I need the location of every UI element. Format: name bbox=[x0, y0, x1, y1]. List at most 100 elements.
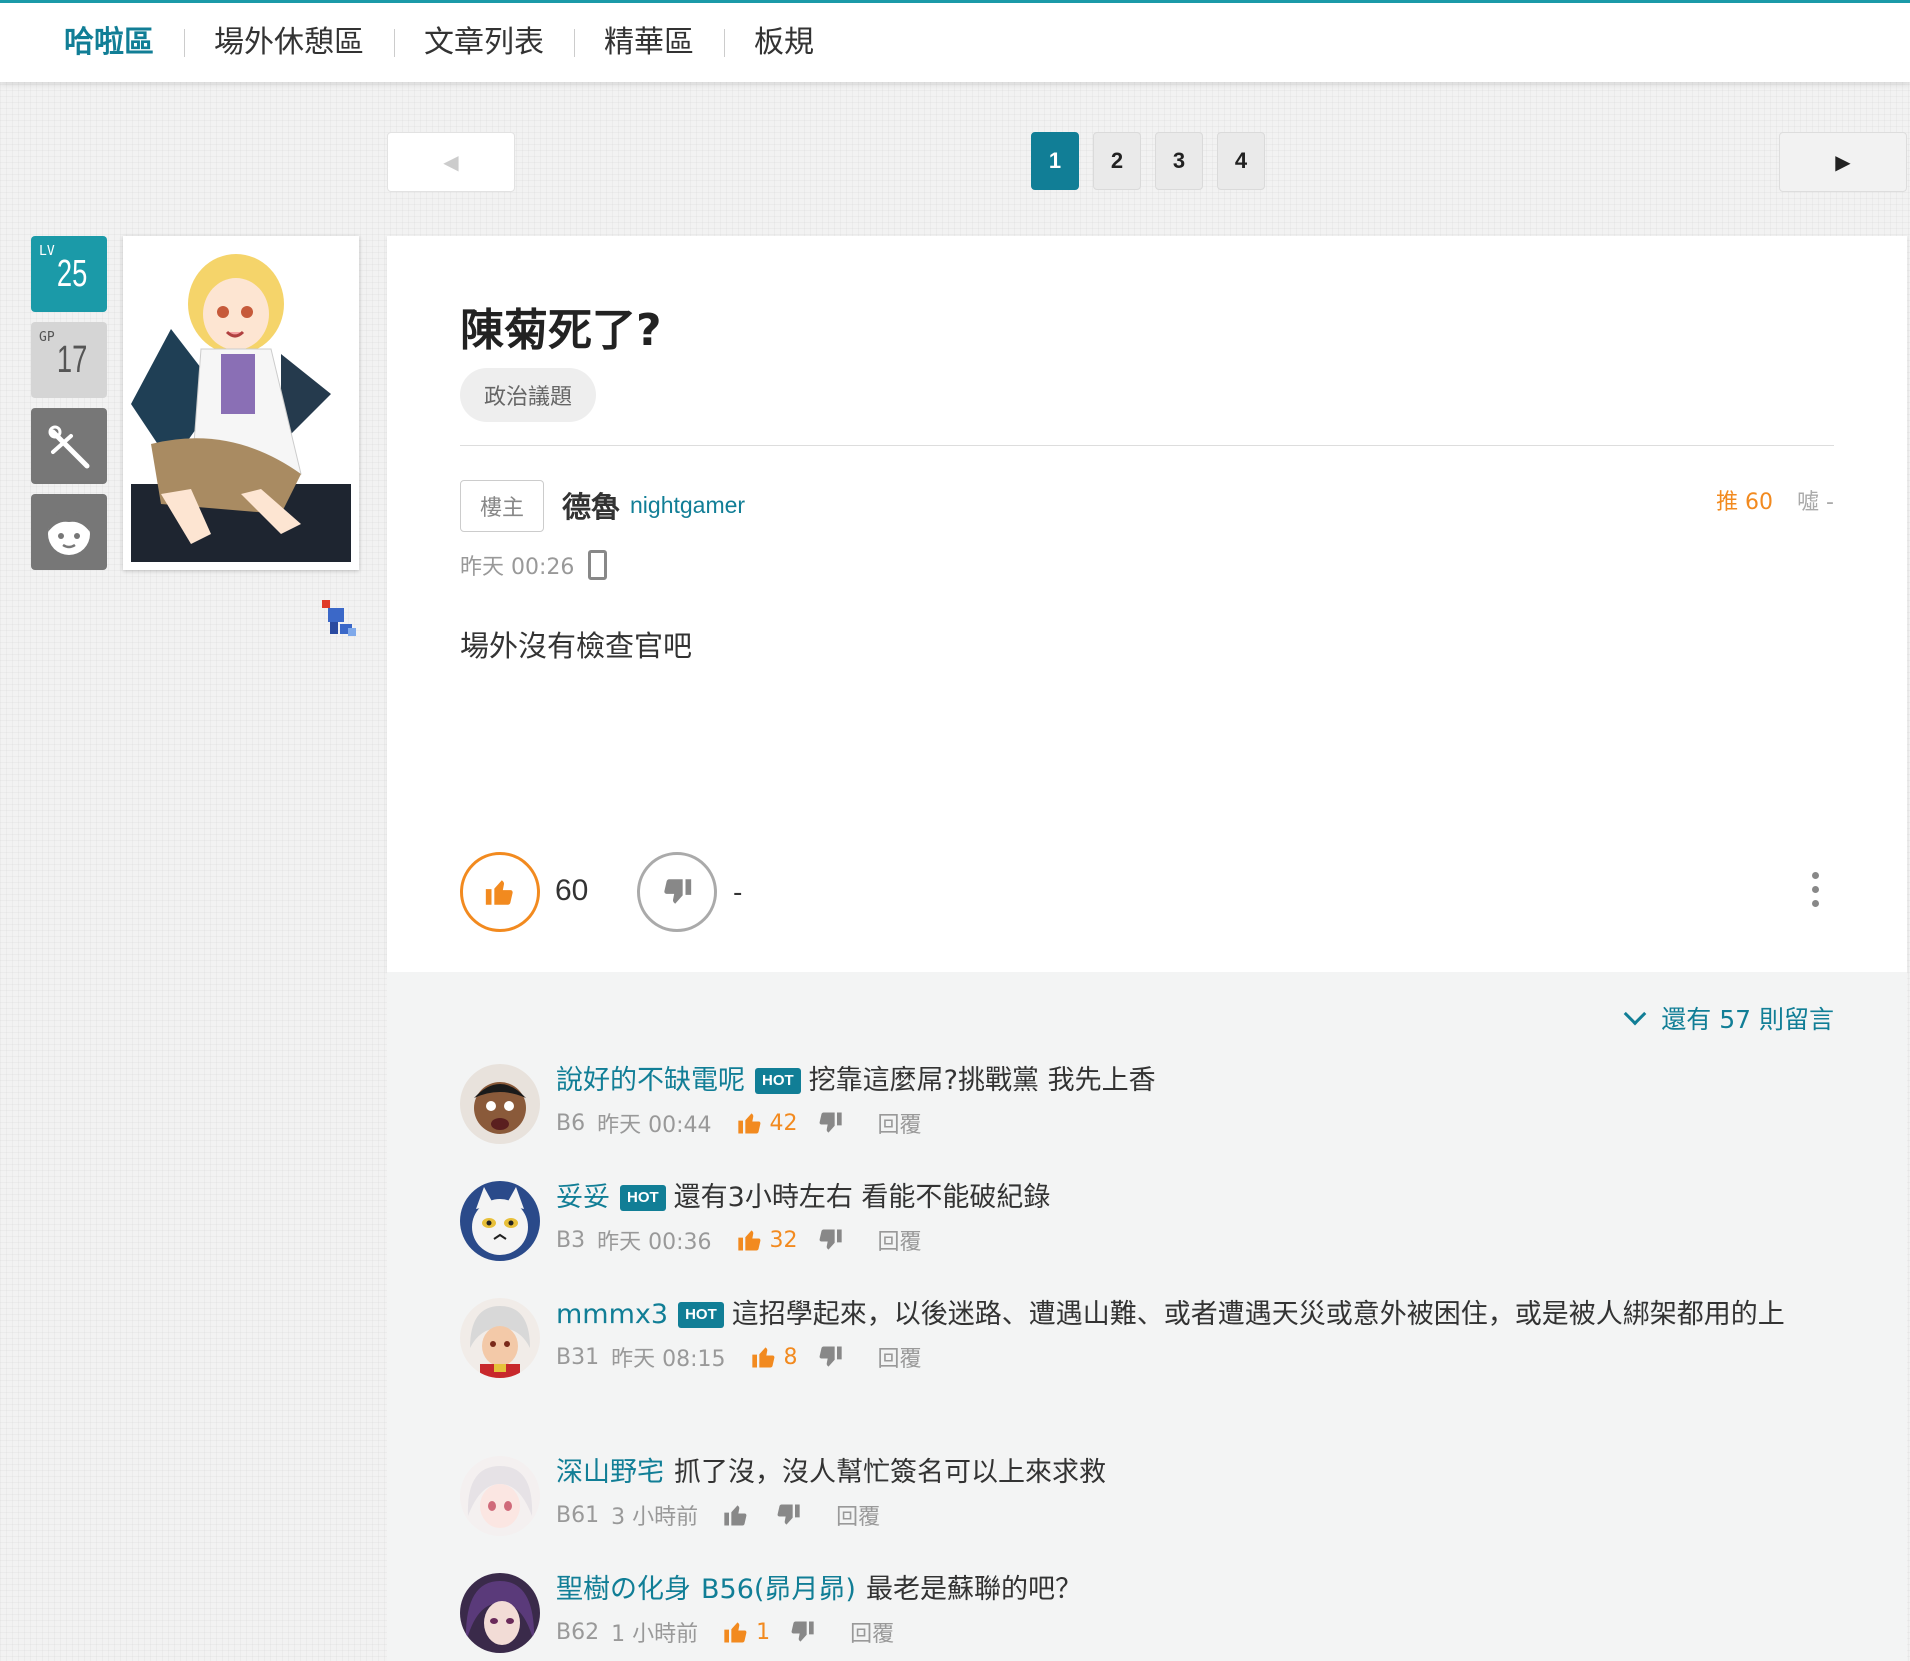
thumbs-up-icon bbox=[737, 1113, 760, 1134]
anime-character-avatar bbox=[131, 244, 351, 562]
commenter-name[interactable]: 聖樹の化身 bbox=[556, 1574, 691, 1605]
more-options-icon[interactable] bbox=[1812, 872, 1820, 907]
comment-item: 妥妥 HOT 還有3小時左右 看能不能破紀錄 B3 昨天 00:36 32 回覆 bbox=[460, 1177, 1840, 1261]
dislike-button[interactable] bbox=[637, 852, 717, 932]
comment-like-button[interactable]: 1 bbox=[722, 1618, 770, 1646]
chevron-down-icon bbox=[1623, 1002, 1647, 1026]
comment-section: 還有 57 則留言 說好的不缺電呢 HOT 挖靠這麼屌?挑戰黨 我先上香 B6 昨天… bbox=[387, 972, 1907, 1661]
thumbs-up-icon bbox=[724, 1505, 747, 1526]
comment-floor: B31 bbox=[556, 1344, 600, 1370]
comment-floor: B61 bbox=[556, 1502, 600, 1528]
comment-like-count: 8 bbox=[783, 1344, 798, 1370]
character-face-icon[interactable] bbox=[31, 494, 107, 570]
hot-badge: HOT bbox=[620, 1185, 666, 1211]
floor-badge: 樓主 bbox=[460, 480, 544, 532]
nav-tab-rules[interactable]: 板規 bbox=[724, 23, 844, 63]
post-body: 場外沒有檢查官吧 bbox=[460, 629, 693, 663]
reply-reference-link[interactable]: B56(昴月昴) bbox=[701, 1574, 856, 1605]
pagination: 1 2 3 4 bbox=[1031, 132, 1265, 190]
divider bbox=[460, 445, 1834, 446]
comment-like-button[interactable]: 32 bbox=[736, 1226, 798, 1254]
pixel-character-icon bbox=[318, 598, 360, 640]
comment-like-button[interactable]: 42 bbox=[736, 1109, 798, 1137]
next-page-button[interactable]: ▶ bbox=[1779, 132, 1907, 192]
thumbs-up-icon bbox=[737, 1230, 760, 1251]
tools-icon[interactable] bbox=[31, 408, 107, 484]
dislike-count: - bbox=[733, 878, 743, 908]
mobile-phone-icon bbox=[588, 550, 608, 580]
comment-time: 3 小時前 bbox=[611, 1505, 699, 1530]
gp-value: 17 bbox=[56, 338, 88, 381]
hot-badge: HOT bbox=[678, 1302, 724, 1328]
commenter-avatar[interactable] bbox=[460, 1298, 540, 1378]
page-4-button[interactable]: 4 bbox=[1217, 132, 1265, 190]
thumbs-down-icon bbox=[791, 1621, 814, 1642]
comment-text: 這招學起來，以後迷路、遭遇山難、或者遭遇天災或意外被困住，或是被人綁架都用的上 bbox=[731, 1299, 1785, 1330]
reply-button[interactable]: 回覆 bbox=[850, 1616, 894, 1648]
reply-button[interactable]: 回覆 bbox=[878, 1107, 922, 1139]
page-1-button[interactable]: 1 bbox=[1031, 132, 1079, 190]
comment-item: 聖樹の化身 B56(昴月昴) 最老是蘇聯的吧？ B62 1 小時前 1 回覆 bbox=[460, 1569, 1840, 1653]
comment-time: 昨天 08:15 bbox=[611, 1347, 726, 1372]
push-count[interactable]: 推 60 bbox=[1716, 484, 1773, 516]
user-avatar-card[interactable] bbox=[123, 236, 359, 570]
post-stats: 推 60 噓 - bbox=[1716, 484, 1834, 516]
reply-button[interactable]: 回覆 bbox=[836, 1499, 880, 1531]
commenter-avatar[interactable] bbox=[460, 1064, 540, 1144]
level-value: 25 bbox=[56, 252, 88, 295]
commenter-name[interactable]: 深山野宅 bbox=[556, 1457, 664, 1488]
nav-tab-featured[interactable]: 精華區 bbox=[574, 23, 724, 63]
level-badge[interactable]: LV 25 bbox=[31, 236, 107, 312]
thumbs-up-icon bbox=[485, 880, 513, 905]
reply-button[interactable]: 回覆 bbox=[878, 1341, 922, 1373]
comment-dislike-button[interactable] bbox=[788, 1618, 816, 1646]
post-time-text: 昨天 00:26 bbox=[460, 555, 575, 580]
commenter-name[interactable]: 說好的不缺電呢 bbox=[556, 1065, 745, 1096]
post-category-tag[interactable]: 政治議題 bbox=[460, 368, 597, 422]
more-comments-label: 還有 57 則留言 bbox=[1661, 1005, 1834, 1034]
comment-like-button[interactable]: 8 bbox=[750, 1343, 798, 1371]
prev-page-button[interactable]: ◀ bbox=[387, 132, 515, 192]
comment-dislike-button[interactable] bbox=[816, 1109, 844, 1137]
hot-badge: HOT bbox=[755, 1068, 801, 1094]
gp-label: GP bbox=[39, 330, 55, 345]
author-id-link[interactable]: nightgamer bbox=[630, 492, 745, 519]
commenter-avatar[interactable] bbox=[460, 1181, 540, 1261]
comment-dislike-button[interactable] bbox=[816, 1343, 844, 1371]
comment-text: 挖靠這麼屌?挑戰黨 我先上香 bbox=[808, 1065, 1156, 1096]
comment-text: 最老是蘇聯的吧？ bbox=[865, 1574, 1082, 1605]
comment-text: 還有3小時左右 看能不能破紀錄 bbox=[673, 1182, 1051, 1213]
comment-floor: B6 bbox=[556, 1110, 586, 1136]
commenter-avatar[interactable] bbox=[460, 1456, 540, 1536]
post-card: 陳菊死了? 政治議題 樓主 德魯 nightgamer 推 60 噓 - 昨天 … bbox=[387, 236, 1907, 972]
page-2-button[interactable]: 2 bbox=[1093, 132, 1141, 190]
gp-badge[interactable]: GP 17 bbox=[31, 322, 107, 398]
comment-item: mmmx3 HOT 這招學起來，以後迷路、遭遇山難、或者遭遇天災或意外被困住，或是被… bbox=[460, 1294, 1840, 1378]
like-button[interactable] bbox=[460, 852, 540, 932]
nav-tab-board[interactable]: 哈啦區 bbox=[49, 23, 184, 63]
comment-like-button[interactable] bbox=[722, 1501, 756, 1529]
reply-button[interactable]: 回覆 bbox=[878, 1224, 922, 1256]
level-label: LV bbox=[39, 244, 55, 259]
comment-floor: B3 bbox=[556, 1227, 586, 1253]
forum-nav: 哈啦區 場外休憩區 文章列表 精華區 板規 bbox=[0, 0, 1910, 82]
commenter-name[interactable]: mmmx3 bbox=[556, 1299, 668, 1330]
commenter-avatar[interactable] bbox=[460, 1573, 540, 1653]
author-name[interactable]: 德魯 bbox=[562, 484, 620, 526]
nav-tab-article-list[interactable]: 文章列表 bbox=[394, 23, 574, 63]
comment-dislike-button[interactable] bbox=[774, 1501, 802, 1529]
comment-like-count: 32 bbox=[769, 1227, 798, 1253]
comment-time: 1 小時前 bbox=[611, 1622, 699, 1647]
comment-dislike-button[interactable] bbox=[816, 1226, 844, 1254]
commenter-name[interactable]: 妥妥 bbox=[556, 1182, 610, 1213]
post-title: 陳菊死了? bbox=[460, 305, 662, 356]
boo-count[interactable]: 噓 - bbox=[1797, 484, 1834, 516]
thumbs-down-icon bbox=[819, 1229, 842, 1250]
comment-time: 昨天 00:44 bbox=[597, 1113, 712, 1138]
thumbs-down-icon bbox=[777, 1504, 800, 1525]
show-more-comments-button[interactable]: 還有 57 則留言 bbox=[1623, 1000, 1834, 1036]
comment-like-count: 42 bbox=[769, 1110, 798, 1136]
nav-tab-lounge[interactable]: 場外休憩區 bbox=[184, 23, 394, 63]
page-3-button[interactable]: 3 bbox=[1155, 132, 1203, 190]
comment-time: 昨天 00:36 bbox=[597, 1230, 712, 1255]
